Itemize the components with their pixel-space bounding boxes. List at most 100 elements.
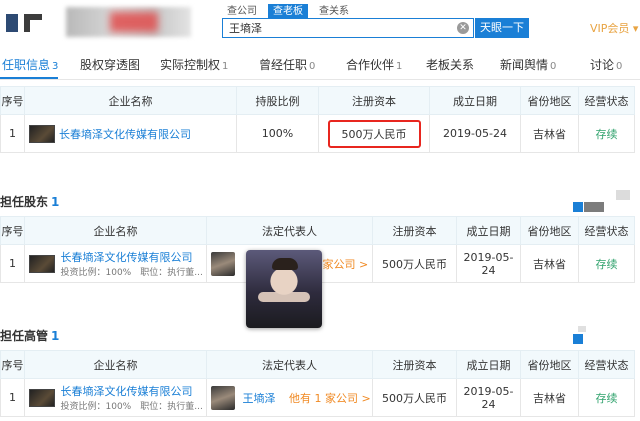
site-logo-icon[interactable] [6, 11, 44, 37]
rep-companies-link[interactable]: 家公司 > [323, 258, 369, 271]
tab-label: 曾经任职 [259, 58, 308, 72]
row-index: 1 [0, 244, 25, 283]
row-index: 1 [0, 114, 25, 153]
search-input[interactable] [223, 19, 443, 37]
tab-count: 0 [616, 61, 623, 72]
column-header: 省份地区 [520, 350, 579, 379]
status-badge: 存续 [578, 244, 635, 283]
tab-label: 实际控制权 [160, 58, 221, 72]
tab-label: 任职信息 [2, 58, 51, 72]
mosaic-artifact [578, 326, 586, 332]
company-cell: 长春墒泽文化传媒有限公司 投资比例：100% 职位：执行董... [24, 378, 207, 417]
column-header: 成立日期 [456, 216, 521, 245]
tab-boss-relations[interactable]: 老板关系 [426, 56, 474, 73]
column-header: 注册资本 [372, 216, 457, 245]
vip-menu[interactable]: VIP会员 ▾ [590, 20, 638, 36]
company-link[interactable]: 长春墒泽文化传媒有限公司 [59, 128, 191, 141]
executive-table: 序号 企业名称 法定代表人 注册资本 成立日期 省份地区 经营状态 1 长春墒泽… [0, 350, 635, 417]
column-header: 经营状态 [578, 350, 635, 379]
company-logo [29, 124, 55, 143]
tab-past-positions[interactable]: 曾经任职 0 [259, 56, 315, 73]
tab-label: 新闻舆情 [500, 58, 549, 72]
search-box: ✕ [222, 18, 474, 38]
company-subinfo: 投资比例：100% 职位：执行董... [60, 402, 203, 412]
company-link[interactable]: 长春墒泽文化传媒有限公司 [61, 383, 203, 399]
section-title-shareholder: 担任股东 1 [0, 193, 59, 210]
tab-partners[interactable]: 合作伙伴 1 [346, 56, 402, 73]
row-index: 1 [0, 378, 25, 417]
column-header: 法定代表人 [206, 216, 373, 245]
capital: 500万人民币 [372, 378, 457, 417]
table-header-row: 序号 企业名称 法定代表人 注册资本 成立日期 省份地区 经营状态 [0, 350, 635, 379]
legal-rep-cell: 王墒泽 他有 1 家公司 > [206, 378, 373, 417]
column-header: 经营状态 [578, 216, 635, 245]
tab-control[interactable]: 实际控制权 1 [160, 56, 228, 73]
capital: 500万人民币 [372, 244, 457, 283]
tab-count: 3 [52, 61, 59, 72]
company-link[interactable]: 长春墒泽文化传媒有限公司 [61, 249, 203, 265]
company-cell: 长春墒泽文化传媒有限公司 投资比例：100% 职位：执行董... [24, 244, 207, 283]
founded-date: 2019-05-24 [456, 244, 521, 283]
region: 吉林省 [520, 378, 579, 417]
tab-news[interactable]: 新闻舆情 0 [500, 56, 556, 73]
capital-highlight: 500万人民币 [327, 119, 421, 148]
tab-label: 讨论 [590, 58, 615, 72]
mosaic-artifact [584, 202, 604, 212]
tab-label: 老板关系 [426, 58, 475, 72]
column-header: 序号 [0, 86, 25, 115]
region: 吉林省 [520, 114, 579, 153]
rep-companies-link[interactable]: 他有 1 家公司 > [289, 392, 371, 405]
column-header: 持股比例 [236, 86, 319, 115]
tab-count: 1 [222, 61, 229, 72]
column-header: 成立日期 [456, 350, 521, 379]
company-subinfo: 投资比例：100% 职位：执行董... [60, 268, 203, 278]
tab-label: 合作伙伴 [346, 58, 395, 72]
company-logo [29, 254, 55, 273]
tab-discussion[interactable]: 讨论 0 [590, 56, 622, 73]
column-header: 序号 [0, 216, 25, 245]
company-cell: 长春墒泽文化传媒有限公司 [24, 114, 237, 153]
region: 吉林省 [520, 244, 579, 283]
column-header: 省份地区 [520, 86, 579, 115]
section-count: 1 [51, 329, 60, 343]
clear-icon[interactable]: ✕ [457, 22, 469, 34]
person-photo-detail [258, 292, 310, 302]
rep-name-link[interactable]: 王墒泽 [243, 392, 276, 405]
person-photo-detail [272, 258, 298, 270]
founded-date: 2019-05-24 [456, 378, 521, 417]
column-header: 企业名称 [24, 350, 207, 379]
status-badge: 存续 [578, 378, 635, 417]
mosaic-artifact [616, 190, 630, 200]
table-header-row: 序号 企业名称 法定代表人 注册资本 成立日期 省份地区 经营状态 [0, 216, 635, 245]
redacted-mark [110, 12, 158, 32]
column-header: 序号 [0, 350, 25, 379]
tab-equity-graph[interactable]: 股权穿透图 [80, 56, 140, 73]
column-header: 成立日期 [429, 86, 521, 115]
mosaic-artifact [573, 334, 583, 344]
column-header: 企业名称 [24, 86, 237, 115]
tab-count: 0 [309, 61, 316, 72]
search-tab-boss[interactable]: 查老板 [268, 4, 308, 19]
company-logo [29, 388, 55, 407]
column-header: 企业名称 [24, 216, 207, 245]
search-button[interactable]: 天眼一下 [475, 18, 529, 38]
mosaic-artifact [573, 202, 583, 212]
section-label: 担任高管 [0, 329, 49, 343]
section-title-executive: 担任高管 1 [0, 327, 59, 344]
column-header: 注册资本 [372, 350, 457, 379]
profile-tabs: 任职信息 3 股权穿透图 实际控制权 1 曾经任职 0 合作伙伴 1 老板关系 新闻舆情… [0, 46, 640, 80]
search-tab-company[interactable]: 查公司 [222, 4, 262, 19]
search-tab-relation[interactable]: 查关系 [314, 4, 354, 19]
company-info: 长春墒泽文化传媒有限公司 投资比例：100% 职位：执行董... [61, 249, 203, 278]
top-header: 查公司 查老板 查关系 ✕ 天眼一下 VIP会员 ▾ [0, 0, 640, 46]
avatar[interactable] [211, 385, 235, 410]
tab-count: 0 [550, 61, 557, 72]
avatar[interactable] [211, 251, 235, 276]
column-header: 省份地区 [520, 216, 579, 245]
tab-positions[interactable]: 任职信息 3 [2, 56, 58, 73]
column-header: 经营状态 [578, 86, 635, 115]
section-label: 担任股东 [0, 195, 49, 209]
active-tab-indicator [0, 77, 58, 79]
table-header-row: 序号 企业名称 持股比例 注册资本 成立日期 省份地区 经营状态 [0, 86, 635, 115]
status-badge: 存续 [578, 114, 635, 153]
